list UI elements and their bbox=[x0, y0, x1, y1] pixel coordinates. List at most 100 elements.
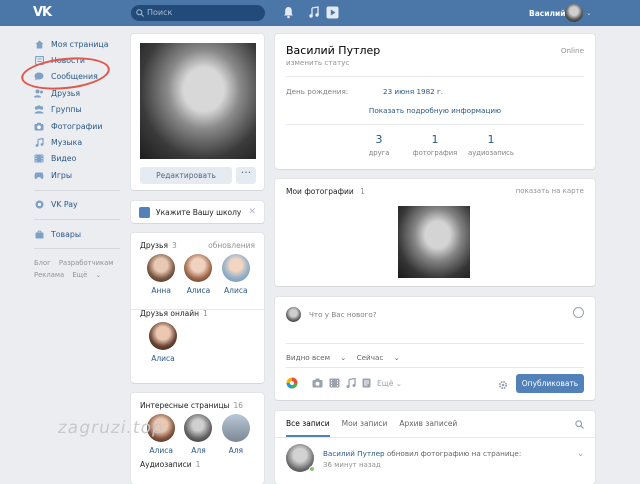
friend-avatar bbox=[149, 322, 177, 350]
vkpay-icon bbox=[34, 200, 44, 209]
nav-item-photos[interactable]: Фотографии bbox=[34, 118, 126, 134]
music-icon bbox=[34, 138, 44, 147]
smile-icon[interactable] bbox=[573, 307, 584, 318]
search-icon[interactable] bbox=[575, 420, 584, 429]
page-avatar bbox=[221, 414, 250, 442]
interesting-pages-card: Интересные страницы 16 Алиса Аля Аля Ауд… bbox=[131, 393, 264, 484]
nav-item-my-page[interactable]: Моя страница bbox=[34, 36, 126, 52]
nav-item-vkpay[interactable]: VK Pay bbox=[34, 197, 126, 213]
footer-blog-link[interactable]: Блог bbox=[34, 259, 51, 267]
post-input[interactable]: Что у Вас нового? bbox=[309, 310, 377, 319]
more-actions-button[interactable]: ··· bbox=[236, 167, 256, 184]
school-prompt[interactable]: Укажите Вашу школу ✕ bbox=[131, 201, 264, 223]
tools-more-button[interactable]: Ещё ⌄ bbox=[377, 379, 402, 388]
friend-item[interactable]: Алиса bbox=[218, 254, 254, 295]
show-more-info-label[interactable]: Показать подробную информацию bbox=[369, 106, 501, 115]
show-on-map-link[interactable]: показать на карте bbox=[516, 187, 584, 195]
bell-icon[interactable] bbox=[283, 6, 294, 19]
footer-more-link[interactable]: Ещё ⌄ bbox=[72, 271, 107, 279]
games-icon bbox=[34, 171, 44, 180]
footer-more-label: Ещё bbox=[72, 271, 88, 280]
tab-archive[interactable]: Архив записей bbox=[399, 411, 457, 437]
friend-item[interactable]: Анна bbox=[143, 254, 179, 295]
camera-icon bbox=[34, 122, 44, 131]
page-item[interactable]: Аля bbox=[218, 414, 254, 455]
header-user-name[interactable]: Василий bbox=[529, 9, 565, 18]
friends-count: 3 bbox=[171, 240, 177, 250]
edit-profile-button[interactable]: Редактировать bbox=[140, 167, 232, 184]
change-status-link[interactable]: изменить статус bbox=[286, 58, 349, 67]
friend-item[interactable]: Алиса bbox=[180, 254, 216, 295]
footer-developers-link[interactable]: Разработчикам bbox=[59, 259, 114, 267]
audio-header[interactable]: Аудиозаписи 1 bbox=[131, 457, 264, 471]
counter-value: 1 bbox=[431, 133, 439, 146]
nav-divider bbox=[34, 218, 120, 220]
new-post-card: Что у Вас нового? Видно всем ⌄ Сейчас ⌄ … bbox=[275, 297, 595, 400]
home-icon bbox=[34, 40, 44, 49]
tab-my-posts[interactable]: Мои записи bbox=[342, 411, 388, 437]
birthday-value[interactable]: 23 июня 1982 г. bbox=[383, 87, 443, 96]
nav-label: Фотографии bbox=[51, 121, 103, 131]
school-icon bbox=[139, 206, 150, 218]
friend-item[interactable]: Алиса bbox=[143, 322, 183, 363]
nav-item-video[interactable]: Видео bbox=[34, 151, 126, 167]
profile-photo-card: Редактировать ··· bbox=[131, 34, 264, 190]
counter-audio[interactable]: 1 аудиозапись bbox=[463, 133, 519, 157]
vk-logo[interactable]: VK bbox=[33, 5, 55, 21]
counter-label: фотография bbox=[412, 149, 458, 157]
nav-label: Видео bbox=[51, 154, 77, 164]
nav-item-music[interactable]: Музыка bbox=[34, 134, 126, 150]
nav-item-games[interactable]: Игры bbox=[34, 167, 126, 183]
page-item[interactable]: Аля bbox=[180, 414, 216, 455]
camera-icon[interactable] bbox=[312, 378, 323, 388]
chevron-down-icon[interactable]: ⌄ bbox=[586, 9, 592, 17]
bag-icon bbox=[34, 230, 44, 239]
top-bar: VK Поиск Василий ⌄ bbox=[0, 0, 640, 26]
friends-updates-link[interactable]: обновления bbox=[208, 241, 255, 250]
counter-friends[interactable]: 3 друга bbox=[351, 133, 407, 157]
nav-footer: Блог Разработчикам Реклама Ещё ⌄ bbox=[34, 257, 126, 281]
music-icon[interactable] bbox=[346, 378, 356, 388]
time-label: Сейчас bbox=[356, 353, 384, 362]
nav-item-groups[interactable]: Группы bbox=[34, 102, 126, 118]
tab-all-posts[interactable]: Все записи bbox=[286, 411, 330, 437]
online-status: Online bbox=[560, 46, 584, 55]
search-input[interactable]: Поиск bbox=[131, 5, 265, 21]
color-wheel-icon[interactable] bbox=[286, 377, 298, 389]
close-icon[interactable]: ✕ bbox=[248, 207, 256, 217]
chevron-down-icon[interactable]: ⌄ bbox=[577, 449, 584, 458]
music-note-icon[interactable] bbox=[308, 6, 319, 19]
divider bbox=[286, 124, 584, 125]
nav-label: Группы bbox=[51, 105, 82, 115]
groups-icon bbox=[34, 105, 44, 114]
feed-item-author[interactable]: Василий Путлер bbox=[323, 449, 385, 458]
page-name: Алиса bbox=[149, 446, 173, 455]
online-indicator bbox=[309, 466, 315, 472]
header-avatar[interactable] bbox=[565, 4, 583, 22]
footer-ads-link[interactable]: Реклама bbox=[34, 271, 64, 279]
my-photos-header[interactable]: Мои фотографии 1 bbox=[286, 187, 365, 196]
video-icon[interactable] bbox=[329, 378, 340, 388]
nav-item-goods[interactable]: Товары bbox=[34, 226, 126, 242]
publish-button[interactable]: Опубликовать bbox=[516, 374, 584, 393]
post-avatar bbox=[286, 307, 301, 322]
visibility-select[interactable]: Видно всем ⌄ bbox=[286, 353, 346, 362]
divider bbox=[275, 437, 595, 438]
photo-thumbnail[interactable] bbox=[398, 206, 470, 278]
profile-photo[interactable] bbox=[140, 43, 256, 159]
counter-photos[interactable]: 1 фотография bbox=[407, 133, 463, 157]
friends-header[interactable]: Друзья 3 обновления bbox=[131, 238, 264, 252]
time-select[interactable]: Сейчас ⌄ bbox=[357, 353, 400, 362]
document-icon[interactable] bbox=[362, 378, 371, 388]
interesting-header[interactable]: Интересные страницы 16 bbox=[131, 398, 264, 412]
counter-value: 1 bbox=[487, 133, 495, 146]
video-icon bbox=[34, 154, 44, 163]
my-photos-title: Мои фотографии bbox=[286, 187, 354, 196]
search-placeholder: Поиск bbox=[147, 8, 173, 17]
play-icon[interactable] bbox=[326, 6, 339, 19]
friends-card: Друзья 3 обновления Анна Алиса Алиса Дру… bbox=[131, 233, 264, 383]
gear-icon[interactable] bbox=[498, 380, 508, 390]
feed-item-time[interactable]: 36 минут назад bbox=[323, 461, 381, 469]
divider bbox=[286, 343, 584, 344]
audio-count: 1 bbox=[195, 459, 201, 469]
